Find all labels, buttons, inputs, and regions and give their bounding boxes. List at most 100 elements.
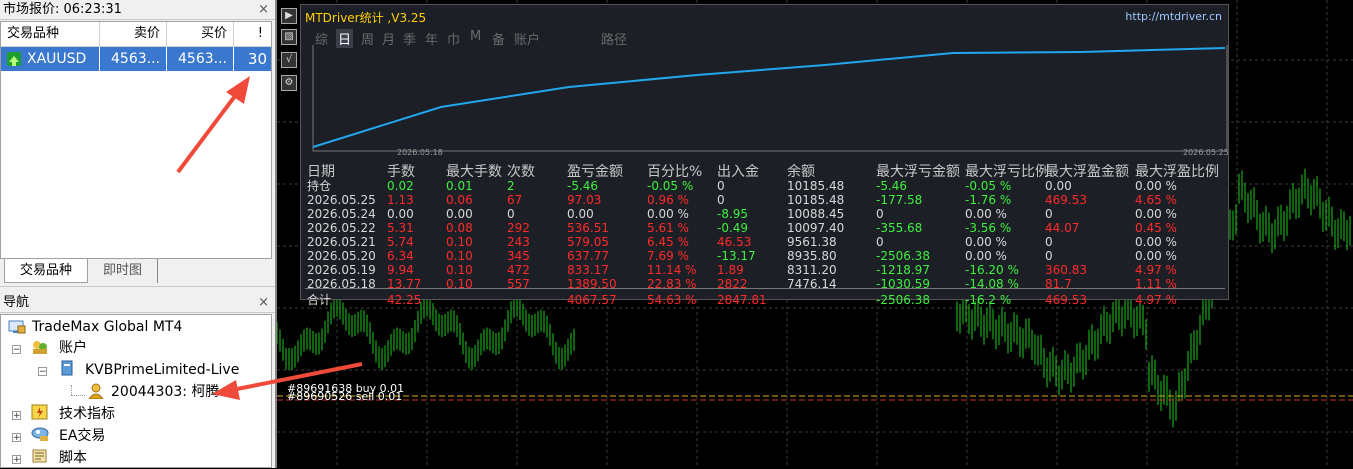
collapse-icon[interactable]: − [38, 367, 47, 377]
table-cell: 42.25 [387, 293, 422, 307]
accounts-icon [31, 339, 49, 355]
header-max-float-loss-pct: 最大浮亏比例 [965, 164, 1049, 180]
equity-curve-chart [312, 45, 1228, 152]
table-cell: 536.51 [567, 221, 609, 235]
market-watch-header: 交易品种 卖价 买价 ! [1, 22, 271, 47]
panel-splitter[interactable] [0, 286, 275, 293]
equity-date-start: 2026.05.18 [397, 148, 443, 157]
table-cell: 6.34 [387, 249, 414, 263]
column-spread[interactable]: ! [234, 22, 271, 46]
table-cell: 0.00 % [1135, 179, 1177, 193]
expand-icon[interactable]: + [12, 411, 21, 421]
table-cell: 10097.40 [787, 221, 845, 235]
table-cell: 360.83 [1045, 263, 1087, 277]
table-row[interactable]: 2026.05.25 1.13 0.06 67 97.03 0.96 % 0 10185.48… [301, 193, 1226, 207]
header-max-float-loss: 最大浮亏金额 [876, 164, 960, 180]
table-cell: 2847.81 [717, 293, 767, 307]
table-cell: -16.20 % [965, 263, 1019, 277]
table-row[interactable]: 2026.05.21 5.74 0.10 243 579.05 6.45 % 46.53 95… [301, 235, 1226, 249]
header-deposits: 出入金 [717, 164, 759, 180]
table-cell: 67 [507, 193, 523, 207]
tab-magic[interactable]: M [470, 29, 481, 44]
tab-symbols[interactable]: 交易品种 [4, 259, 88, 283]
header-percent: 百分比% [647, 164, 703, 180]
table-cell: 833.17 [567, 263, 609, 277]
table-cell: 8311.20 [787, 263, 837, 277]
table-cell: 469.53 [1045, 193, 1087, 207]
table-cell: 0 [1045, 207, 1053, 221]
table-cell: -2506.38 [876, 249, 930, 263]
table-cell: 0.08 [446, 221, 473, 235]
table-cell: 10088.45 [787, 207, 845, 221]
table-cell: 10185.48 [787, 179, 845, 193]
mtdriver-stats-panel: MTDriver统计 ,V3.25 http://mtdriver.cn 综 日… [300, 4, 1229, 307]
spread-cell: 30 [247, 50, 267, 68]
close-icon[interactable]: × [258, 293, 269, 313]
table-cell: 46.53 [717, 235, 752, 249]
server-icon [59, 360, 77, 376]
table-row[interactable]: XAUUSD 4563... 4563... 30 [1, 47, 271, 71]
header-max-float-profit: 最大浮盈金额 [1045, 164, 1129, 180]
table-cell: 1.13 [387, 193, 414, 207]
table-cell: 0.96 % [647, 193, 689, 207]
header-balance: 余额 [787, 164, 815, 180]
expand-icon[interactable]: + [12, 433, 21, 443]
panel-settings-button[interactable]: ⚙ [281, 75, 297, 91]
indicator-icon [31, 404, 49, 420]
table-cell: 0.01 [446, 179, 473, 193]
market-watch-tabs: 交易品种 即时图 [0, 259, 272, 285]
table-cell: 2026.05.21 [307, 235, 376, 249]
table-cell: -16.2 % [965, 293, 1012, 307]
market-watch-title: 市场报价: 06:23:31 [3, 2, 122, 17]
tab-tick-chart[interactable]: 即时图 [88, 259, 158, 283]
column-symbol[interactable]: 交易品种 [1, 22, 100, 46]
table-cell: 0.45 % [1135, 221, 1177, 235]
bid-cell: 4563... [100, 47, 167, 71]
tree-line [71, 385, 73, 395]
left-panels: 市场报价: 06:23:31 × 交易品种 卖价 买价 ! XAUUSD 456… [0, 0, 275, 468]
order-label-sell[interactable]: #89690526 sell 0.01 [287, 390, 402, 403]
nav-item-scripts[interactable]: 脚本 [59, 447, 87, 469]
table-cell: 4.65 % [1135, 193, 1177, 207]
close-icon[interactable]: × [258, 0, 269, 20]
table-row[interactable]: 持仓 0.02 0.01 2 -5.46 -0.05 % 0 10185.48 -5.46 -0.… [301, 179, 1226, 193]
table-cell: 0.10 [446, 249, 473, 263]
table-row[interactable]: 2026.05.19 9.94 0.10 472 833.17 11.14 % 1.89 83… [301, 263, 1226, 277]
panel-toggle-button[interactable]: ▶ [281, 8, 297, 24]
table-cell: 0.02 [387, 179, 414, 193]
table-cell: 2026.05.22 [307, 221, 376, 235]
column-ask[interactable]: 买价 [167, 22, 234, 46]
table-cell: 0.06 [446, 193, 473, 207]
table-row[interactable]: 2026.05.22 5.31 0.08 292 536.51 5.61 % -0.49 10… [301, 221, 1226, 235]
header-max-float-profit-pct: 最大浮盈比例 [1135, 164, 1219, 180]
table-cell: 5.74 [387, 235, 414, 249]
equity-date-end: 2026.05.25 [1183, 148, 1229, 157]
table-cell: 6.45 % [647, 235, 689, 249]
symbol-cell: XAUUSD [1, 47, 100, 71]
symbol-label: XAUUSD [27, 51, 87, 67]
table-cell: 5.61 % [647, 221, 689, 235]
table-cell: -5.46 [876, 179, 908, 193]
account-user-icon [87, 383, 105, 400]
table-cell: 0.00 % [965, 235, 1007, 249]
nav-item-terminal[interactable]: TradeMax Global MT4 [32, 316, 182, 338]
nav-item-account[interactable]: 20044303: 柯腾 [111, 381, 219, 403]
table-cell: 637.77 [567, 249, 609, 263]
expand-icon[interactable]: + [12, 455, 21, 465]
table-cell: 243 [507, 235, 530, 249]
nav-item-accounts[interactable]: 账户 [59, 337, 87, 359]
table-cell: -355.68 [876, 221, 923, 235]
nav-item-server[interactable]: KVBPrimeLimited-Live [85, 359, 239, 381]
column-bid[interactable]: 卖价 [100, 22, 167, 46]
header-lots: 手数 [387, 164, 415, 180]
table-row[interactable]: 2026.05.20 6.34 0.10 345 637.77 7.69 % -13.17 8… [301, 249, 1226, 263]
table-row[interactable]: 合计 42.25 4067.57 54.63 % 2847.81 -2506.38 -16.… [301, 293, 1226, 307]
stats-url[interactable]: http://mtdriver.cn [1125, 10, 1222, 23]
nav-item-experts[interactable]: EA交易 [59, 425, 105, 447]
table-row[interactable]: 2026.05.24 0.00 0.00 0 0.00 0.00 % -8.95 10088.… [301, 207, 1226, 221]
panel-chart-button[interactable]: √ [281, 52, 297, 68]
table-cell: 54.63 % [647, 293, 697, 307]
panel-mode-button[interactable]: ▧ [281, 29, 297, 45]
nav-item-indicators[interactable]: 技术指标 [59, 403, 115, 425]
collapse-icon[interactable]: − [12, 345, 21, 355]
